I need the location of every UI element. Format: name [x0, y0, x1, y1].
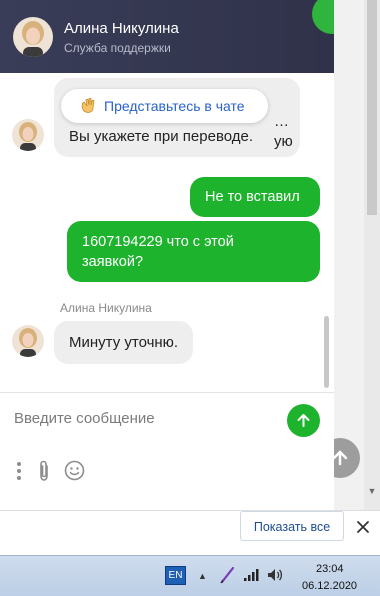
agent-message-avatar [12, 325, 44, 357]
language-indicator[interactable]: EN [165, 566, 186, 585]
introduce-yourself-button[interactable]: Представьтесь в чате [61, 89, 268, 123]
message-input[interactable]: Введите сообщение [14, 410, 155, 427]
agent-message-bubble: Минуту уточню. [54, 321, 193, 364]
agent-avatar [13, 17, 53, 57]
send-button[interactable] [287, 404, 320, 437]
close-icon[interactable] [354, 518, 372, 536]
volume-icon[interactable] [266, 567, 284, 583]
sender-name-label: Алина Никулина [60, 301, 152, 315]
agent-name: Алина Никулина [64, 20, 179, 37]
arrow-up-icon [297, 414, 310, 427]
user-message-text: 1607194229 что с этой заявкой? [82, 234, 234, 270]
more-options-icon[interactable] [16, 461, 22, 481]
chat-header: Алина Никулина Служба поддержки [0, 0, 334, 73]
network-signal-icon[interactable] [243, 568, 260, 582]
show-all-button[interactable]: Показать все [240, 511, 344, 541]
emoji-icon[interactable] [64, 460, 85, 481]
waving-hand-icon [81, 97, 95, 113]
message-scrollbar-thumb[interactable] [324, 316, 329, 388]
user-message-bubble: Не то вставил [190, 177, 320, 217]
composer-divider [0, 392, 334, 393]
agent-message-hidden-text: …ую [274, 113, 293, 150]
page-scrollbar-thumb[interactable] [367, 0, 377, 215]
agent-message-avatar [12, 119, 44, 151]
online-status-indicator [312, 0, 334, 34]
show-hidden-icons-icon[interactable]: ▲ [198, 571, 207, 581]
user-message-bubble: 1607194229 что с этой заявкой? [67, 221, 320, 282]
agent-role: Служба поддержки [64, 41, 171, 55]
agent-message-text: Минуту уточню. [69, 334, 179, 351]
clock-time[interactable]: 23:04 [316, 563, 344, 575]
agent-message-text: Вы укажете при переводе. [69, 128, 254, 145]
clock-date[interactable]: 06.12.2020 [302, 580, 357, 592]
pen-tray-icon[interactable] [219, 565, 236, 584]
scroll-down-arrow-icon[interactable]: ▼ [367, 486, 377, 496]
user-message-text: Не то вставил [205, 189, 300, 205]
attach-file-icon[interactable] [36, 460, 52, 482]
chat-widget: Алина Никулина Служба поддержки …ую Вы у… [0, 0, 334, 510]
introduce-yourself-label: Представьтесь в чате [104, 98, 245, 114]
